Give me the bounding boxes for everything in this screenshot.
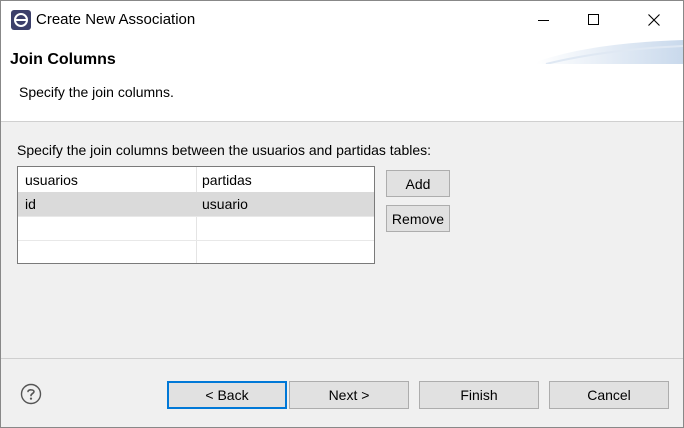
table-row[interactable] — [18, 241, 374, 265]
page-description: Specify the join columns. — [19, 84, 174, 100]
back-button[interactable]: < Back — [167, 381, 287, 409]
table-cell-partidas[interactable]: usuario — [202, 196, 248, 212]
close-button[interactable] — [631, 1, 677, 38]
minimize-icon — [538, 19, 549, 21]
remove-button[interactable]: Remove — [386, 205, 450, 232]
finish-button[interactable]: Finish — [419, 381, 539, 409]
join-columns-table[interactable]: usuarios partidas id usuario — [17, 166, 375, 264]
minimize-button[interactable] — [521, 1, 567, 38]
column-header-usuarios[interactable]: usuarios — [25, 172, 78, 188]
table-cell-usuarios[interactable]: id — [25, 196, 36, 212]
table-row[interactable] — [18, 217, 374, 241]
title-bar[interactable]: Create New Association — [1, 1, 683, 38]
banner-decoration-image — [536, 40, 683, 64]
eclipse-app-icon — [11, 10, 31, 30]
wizard-banner: Join Columns Specify the join columns. — [1, 38, 683, 122]
footer-separator — [1, 358, 683, 359]
create-association-dialog: Create New Association Join Columns Spec… — [0, 0, 684, 428]
table-row[interactable]: id usuario — [18, 192, 374, 216]
column-header-partidas[interactable]: partidas — [202, 172, 252, 188]
add-button[interactable]: Add — [386, 170, 450, 197]
cancel-button[interactable]: Cancel — [549, 381, 669, 409]
maximize-icon — [588, 13, 599, 25]
help-icon[interactable] — [20, 383, 42, 405]
next-button[interactable]: Next > — [289, 381, 409, 409]
page-title: Join Columns — [10, 51, 116, 68]
table-header-row: usuarios partidas — [18, 168, 374, 192]
maximize-button[interactable] — [571, 1, 617, 38]
close-icon — [648, 13, 660, 26]
join-columns-instruction: Specify the join columns between the usu… — [17, 142, 432, 158]
window-title: Create New Association — [36, 11, 196, 28]
